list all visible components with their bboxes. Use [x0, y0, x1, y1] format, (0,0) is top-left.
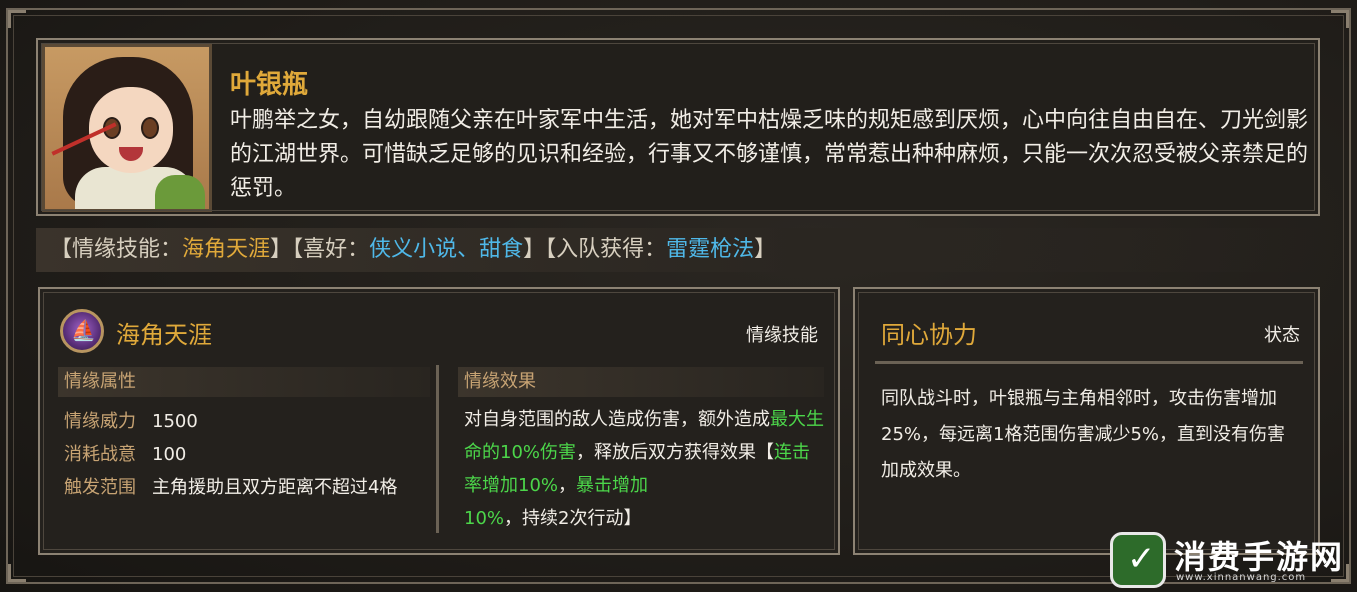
attribute-key: 触发范围 [64, 477, 136, 498]
frame-corner [8, 10, 26, 28]
character-tags-row: 【情缘技能：海角天涯】【喜好：侠义小说、甜食】【入队获得：雷霆枪法】 [36, 228, 1320, 272]
effects-description: 对自身范围的敌人造成伤害，额外造成最大生命的10%伤害，释放后双方获得效果【连击… [464, 409, 824, 529]
character-name: 叶银瓶 [230, 70, 309, 100]
attribute-key: 消耗战意 [64, 444, 136, 465]
ship-icon [60, 309, 104, 353]
status-name: 同心协力 [881, 321, 977, 349]
character-description: 叶鹏举之女，自幼跟随父亲在叶家军中生活，她对军中枯燥乏味的规矩感到厌烦，心中向往… [230, 108, 1309, 201]
bond-skill-panel: 海角天涯 情缘技能 情缘属性 情缘威力 1500 消耗战意 100 触发范围主角援助… [38, 287, 840, 555]
character-portrait [42, 44, 212, 212]
skill-name: 海角天涯 [116, 321, 212, 349]
bond-skill-tag: 【情缘技能：海角天涯】 [50, 237, 293, 262]
effects-header: 情缘效果 [458, 367, 824, 397]
watermark-url: www.xinnanwang.com [1176, 572, 1307, 583]
hobby-tag: 【喜好：侠义小说、甜食】 [292, 237, 546, 262]
attribute-row: 触发范围 主角援助且双方距离不超过4格 [64, 473, 397, 499]
portrait-sash [155, 175, 205, 209]
character-panel: 叶银瓶 叶鹏举之女，自幼跟随父亲在叶家军中生活，她对军中枯燥乏味的规矩感到厌烦，… [36, 38, 1320, 216]
skill-type: 情缘技能 [746, 325, 818, 346]
attribute-value: 100 [152, 444, 187, 465]
attributes-header: 情缘属性 [58, 367, 430, 397]
site-watermark: 消费手游网 www.xinnanwang.com [1104, 526, 1352, 588]
attribute-key: 情缘威力 [64, 411, 136, 432]
status-type: 状态 [1264, 325, 1300, 346]
attribute-row: 消耗战意 100 [64, 440, 186, 466]
attribute-row: 情缘威力 1500 [64, 407, 198, 433]
join-reward-value: 雷霆枪法 [666, 237, 755, 262]
vertical-divider [436, 365, 439, 533]
frame-corner [8, 564, 26, 582]
attribute-value: 主角援助且双方距离不超过4格 [152, 477, 398, 498]
frame-corner [1331, 10, 1349, 28]
status-description: 同队战斗时，叶银瓶与主角相邻时，攻击伤害增加25%，每远离1格范围伤害减少5%，… [881, 388, 1286, 481]
join-reward-tag: 【入队获得：雷霆枪法】 [545, 237, 777, 262]
status-divider [875, 361, 1303, 364]
watermark-logo-icon [1110, 532, 1166, 588]
attribute-value: 1500 [152, 411, 198, 432]
status-panel: 同心协力 状态 同队战斗时，叶银瓶与主角相邻时，攻击伤害增加25%，每远离1格范… [853, 287, 1320, 555]
hobby-value: 侠义小说、甜食 [369, 237, 524, 262]
bond-skill-value: 海角天涯 [182, 237, 271, 262]
portrait-mouth [119, 147, 143, 161]
portrait-eye [141, 117, 159, 139]
